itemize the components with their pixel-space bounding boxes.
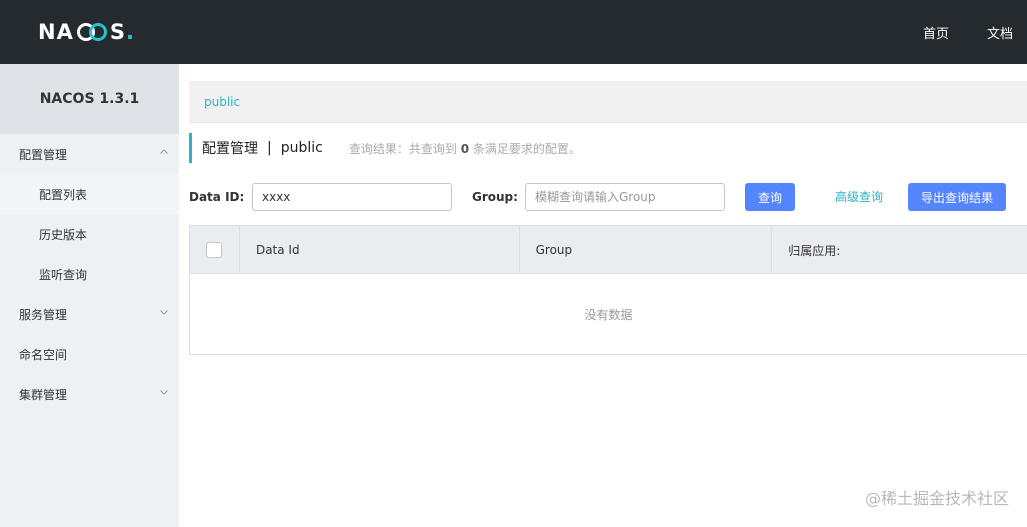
sidebar-item-config-list[interactable]: 配置列表 <box>0 174 179 214</box>
version-title: NACOS 1.3.1 <box>0 64 179 134</box>
page-title: 配置管理 | public 查询结果：共查询到 0 条满足要求的配置。 <box>189 133 581 163</box>
result-prefix: 查询结果：共查询到 <box>348 141 457 156</box>
sidebar-item-service-management[interactable]: 服务管理 <box>0 294 179 334</box>
sidebar-item-namespace[interactable]: 命名空间 <box>0 334 179 374</box>
sidebar-item-label: 历史版本 <box>39 227 88 242</box>
export-results-button[interactable]: 导出查询结果 <box>908 183 1006 211</box>
title-separator: | <box>267 140 272 156</box>
chevron-down-icon <box>160 310 168 315</box>
logo-text-right: S <box>109 20 126 44</box>
sidebar-item-label: 配置列表 <box>39 187 88 202</box>
nav-home-link[interactable]: 首页 <box>923 23 949 42</box>
top-nav: 首页 文档 <box>885 0 1027 64</box>
group-label: Group: <box>472 190 518 204</box>
watermark: @稀土掘金技术社区 <box>864 489 1009 508</box>
column-header-group[interactable]: Group <box>520 226 773 274</box>
namespace-bar: public <box>189 81 1027 123</box>
top-navbar: NA S . 首页 文档 <box>0 0 1027 64</box>
config-table: Data Id Group 归属应用: 没有数据 <box>189 225 1027 355</box>
query-button[interactable]: 查询 <box>745 183 795 211</box>
group-input[interactable] <box>525 183 725 211</box>
sidebar-item-label: 配置管理 <box>19 147 68 162</box>
chevron-down-icon <box>160 390 168 395</box>
sidebar: NACOS 1.3.1 配置管理 配置列表 历史版本 监听查询 服务管理 命名空… <box>0 64 179 527</box>
dataid-label: Data ID: <box>189 190 245 204</box>
namespace-link-public[interactable]: public <box>204 95 240 109</box>
sidebar-item-listener-query[interactable]: 监听查询 <box>0 254 179 294</box>
logo-text-left: NA <box>38 20 74 44</box>
sidebar-item-cluster-management[interactable]: 集群管理 <box>0 374 179 414</box>
dataid-input[interactable] <box>252 183 452 211</box>
result-count: 0 <box>460 141 470 156</box>
page-title-main: 配置管理 <box>202 141 258 157</box>
logo-rings-icon <box>75 22 109 42</box>
column-header-data-id[interactable]: Data Id <box>240 226 520 274</box>
column-header-app[interactable]: 归属应用: <box>772 226 1027 274</box>
sidebar-item-history[interactable]: 历史版本 <box>0 214 179 254</box>
nav-docs-link[interactable]: 文档 <box>987 23 1013 42</box>
page-title-namespace: public <box>280 140 323 156</box>
empty-state: 没有数据 <box>584 307 633 322</box>
sidebar-item-label: 服务管理 <box>19 307 68 322</box>
select-all-cell <box>190 226 240 274</box>
result-suffix: 条满足要求的配置。 <box>472 141 581 156</box>
sidebar-item-label: 命名空间 <box>19 347 68 362</box>
sidebar-item-label: 集群管理 <box>19 387 68 402</box>
nacos-logo[interactable]: NA S . <box>38 18 135 46</box>
sidebar-item-label: 监听查询 <box>39 267 88 282</box>
advanced-query-link[interactable]: 高级查询 <box>835 183 883 211</box>
search-bar: Data ID: Group: 查询 高级查询 导出查询结果 <box>189 183 1027 211</box>
logo-dot: . <box>125 20 135 44</box>
query-result-summary: 查询结果：共查询到 0 条满足要求的配置。 <box>349 140 581 157</box>
select-all-checkbox[interactable] <box>206 242 222 258</box>
table-header: Data Id Group 归属应用: <box>190 226 1027 274</box>
sidebar-item-config-management[interactable]: 配置管理 <box>0 134 179 174</box>
chevron-up-icon <box>160 149 168 154</box>
